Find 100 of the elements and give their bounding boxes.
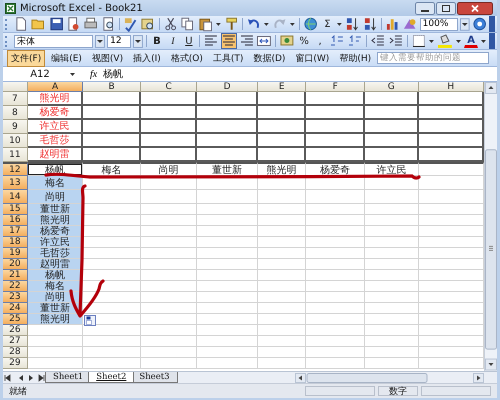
row-header[interactable]: 18 [3,237,28,248]
sort-descending-icon[interactable] [362,16,378,32]
row-header[interactable]: 14 [3,190,28,204]
table-cell [83,148,141,162]
hyperlink-icon[interactable] [303,16,318,32]
row-header[interactable]: 19 [3,248,28,259]
column-header[interactable]: H [418,82,484,92]
table-cell [197,325,258,336]
italic-button[interactable]: I [166,34,180,48]
table-cell [83,270,141,281]
row-header[interactable]: 16 [3,215,28,226]
name-box[interactable]: A12 [3,68,69,80]
row-header[interactable]: 21 [3,270,28,281]
row-header[interactable]: 23 [3,292,28,303]
row-header[interactable]: 27 [3,336,28,347]
row-header[interactable]: 15 [3,204,28,215]
row-header[interactable]: 25 [3,314,28,325]
table-cell [258,347,306,358]
format-painter-icon[interactable] [224,16,239,32]
row-header[interactable]: 17 [3,226,28,237]
menu-item[interactable]: 文件(F) [7,50,46,66]
table-cell [306,248,365,259]
table-cell [83,106,141,120]
formula-field[interactable]: 杨帆 [103,67,124,81]
percent-button[interactable]: % [297,34,312,48]
menu-item[interactable]: 帮助(H) [335,50,376,66]
column-header[interactable]: D [197,82,258,92]
menu-item[interactable]: 插入(I) [129,50,165,66]
tab-navigation-icon[interactable] [3,372,45,382]
insert-function-button[interactable]: fx [90,68,98,80]
table-cell [364,325,419,336]
menu-item[interactable]: 视图(V) [88,50,128,66]
copy-icon[interactable] [180,16,196,32]
table-cell: 杨爱奇 [28,226,84,237]
column-header[interactable]: A [28,82,84,92]
zoom-box[interactable]: 100% [420,18,458,30]
table-cell [418,281,484,292]
row-header[interactable]: 24 [3,303,28,314]
paste-options-icon[interactable] [84,315,96,326]
spelling-icon[interactable] [123,16,138,32]
row-header[interactable]: 8 [3,106,28,120]
minimize-button[interactable] [415,2,435,14]
sort-ascending-icon[interactable] [345,16,361,32]
sheet-tab[interactable]: Sheet3 [131,372,178,383]
borders-icon[interactable] [410,33,426,49]
menu-item[interactable]: 编辑(E) [47,50,86,66]
table-cell [306,314,365,325]
column-header[interactable]: B [83,82,141,92]
dropdown-button[interactable] [95,34,106,48]
help-search-field[interactable]: 键入需要帮助的问题 [377,52,490,64]
menu-item[interactable]: 工具(T) [208,50,248,66]
align-center-button[interactable] [220,33,237,49]
row-header[interactable]: 11 [3,148,28,162]
column-header[interactable]: F [306,82,365,92]
row-header[interactable]: 28 [3,347,28,358]
horizontal-scrollbar[interactable] [295,372,485,382]
vertical-scrollbar[interactable] [485,82,497,371]
row-header[interactable]: 10 [3,134,28,148]
comma-button[interactable]: , [313,34,328,48]
close-button[interactable] [457,2,493,14]
table-cell [306,336,365,347]
row-header[interactable]: 9 [3,120,28,134]
menu-item[interactable]: 数据(D) [249,50,290,66]
save-icon[interactable] [48,16,64,32]
row-header[interactable]: 7 [3,92,28,106]
dropdown-button[interactable] [132,34,143,48]
font-name-field[interactable]: 宋体 [14,34,94,48]
sheet-tab[interactable]: Sheet2 [88,372,134,383]
row-header[interactable]: 29 [3,358,28,369]
table-cell [306,190,365,204]
row-header[interactable]: 22 [3,281,28,292]
column-header[interactable]: G [364,82,419,92]
table-cell [197,176,258,190]
underline-button[interactable]: U [182,34,196,48]
research-icon[interactable] [140,16,156,32]
merge-center-icon[interactable] [256,33,272,49]
help-icon[interactable] [472,16,488,32]
toolbar-options-button[interactable] [489,33,496,49]
table-cell [258,270,306,281]
chart-icon[interactable] [384,16,400,32]
table-cell [364,314,419,325]
autosum-button[interactable]: Σ [320,17,334,31]
row-header[interactable]: 13 [3,176,28,190]
menu-item[interactable]: 窗口(W) [291,50,334,66]
column-header[interactable]: E [258,82,306,92]
table-cell [83,215,141,226]
fill-color-icon[interactable] [437,33,454,49]
row-header[interactable]: 26 [3,325,28,336]
bold-button[interactable]: B [150,34,164,48]
table-cell [140,106,198,120]
row-header[interactable]: 20 [3,259,28,270]
column-header[interactable]: C [140,82,198,92]
cut-icon[interactable] [162,16,178,32]
table-cell: 赵明雷 [28,148,84,162]
font-size-field[interactable]: 12 [107,34,131,48]
menu-item[interactable]: 格式(O) [166,50,207,66]
maximize-button[interactable] [436,2,456,14]
row-header[interactable]: 12 [3,162,28,176]
dropdown-button[interactable] [460,18,470,30]
paste-icon[interactable] [198,16,213,32]
